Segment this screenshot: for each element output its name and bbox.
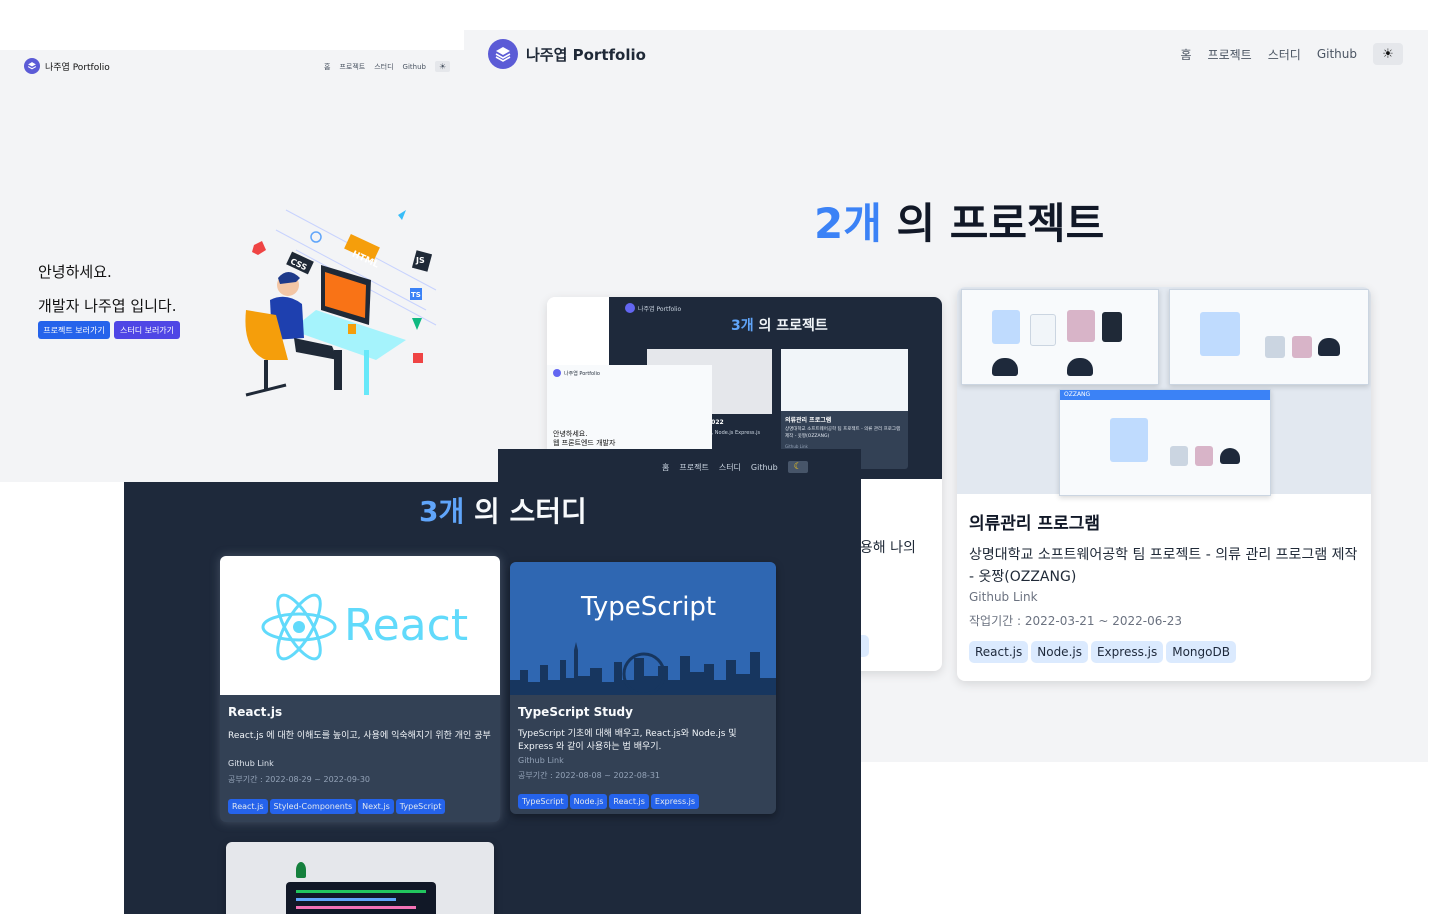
- thumb-heading-count: 3개: [731, 318, 754, 334]
- thumb-hero-brand: 나주엽 Portfolio: [564, 370, 600, 377]
- study-nav-study[interactable]: 스터디: [719, 462, 741, 473]
- projects-count: 2개: [814, 199, 882, 248]
- hero-logo[interactable]: 나주엽 Portfolio: [24, 58, 110, 74]
- study-heading: 3개 의 스터디: [419, 490, 587, 530]
- tag-mongodb: MongoDB: [1166, 641, 1236, 663]
- project-description: 상명대학교 소프트웨어공학 팀 프로젝트 - 의류 관리 프로그램 제작 - 옷…: [969, 547, 1358, 585]
- tag-styled-components: Styled-Components: [269, 799, 357, 814]
- js-label: JS: [416, 256, 425, 265]
- ozzang-app-name: OZZANG: [1060, 390, 1270, 400]
- tag-express: Express.js: [1090, 641, 1164, 663]
- study-nav-github[interactable]: Github: [751, 463, 778, 472]
- study-heading-text: 의 스터디: [464, 495, 587, 528]
- study-page-screenshot: 3개 의 스터디 React React.js React.js 에 대한 이해…: [124, 482, 861, 914]
- hero-intro: 개발자 나주엽 입니다.: [38, 297, 177, 315]
- study-description: React.js 에 대한 이해도를 높이고, 사용에 익숙해지기 위한 개인 …: [228, 731, 491, 741]
- hero-nav: 홈 프로젝트 스터디 Github ☀: [324, 61, 451, 72]
- thumb-logo-icon: [625, 303, 635, 313]
- study-card-react[interactable]: React React.js React.js 에 대한 이해도를 높이고, 사…: [220, 556, 500, 822]
- study-tags: React.js Styled-Components Next.js TypeScri…: [228, 794, 447, 814]
- study-tags: TypeScript Node.js React.js Express.js: [518, 789, 701, 809]
- thumb-card-2-image: [781, 349, 908, 411]
- tag-typescript: TypeScript: [518, 794, 568, 809]
- tag-next: Next.js: [358, 799, 394, 814]
- study-count: 3개: [419, 495, 465, 528]
- study-nav-home[interactable]: 홈: [662, 462, 669, 473]
- project-thumbnail-ozzang: OZZANG: [957, 287, 1371, 496]
- study-title: React.js: [228, 705, 283, 719]
- theme-toggle-sun-icon[interactable]: ☀: [1373, 43, 1403, 65]
- study-description: TypeScript 기초에 대해 배우고, React.js와 Node.js…: [518, 729, 737, 752]
- hero-layers-logo-icon: [24, 58, 40, 74]
- study-nav-projects[interactable]: 프로젝트: [679, 462, 708, 473]
- developer-illustration: [245, 209, 437, 397]
- projects-heading-text: 의 프로젝트: [881, 199, 1105, 248]
- hero-nav-github[interactable]: Github: [403, 63, 426, 71]
- typescript-thumbnail: TypeScript: [510, 562, 776, 695]
- ozzang-screenshot-3: OZZANG: [1059, 389, 1271, 496]
- react-thumbnail: React: [220, 556, 500, 695]
- view-study-button[interactable]: 스터디 보러가기: [114, 321, 180, 339]
- thumb-brand: 나주엽 Portfolio: [638, 305, 682, 313]
- tag-typescript: TypeScript: [395, 799, 446, 814]
- study-nav: 홈 프로젝트 스터디 Github ☾: [662, 461, 808, 473]
- tag-react: React.js: [228, 799, 268, 814]
- nav-study[interactable]: 스터디: [1268, 46, 1301, 63]
- city-skyline-icon: [510, 642, 776, 695]
- project-title: 의류관리 프로그램: [969, 514, 1101, 534]
- hero-nav-study[interactable]: 스터디: [374, 62, 393, 72]
- tag-react: React.js: [969, 641, 1029, 663]
- thumb-heading: 3개 의 프로젝트: [731, 315, 828, 335]
- projects-heading: 2개 의 프로젝트: [814, 190, 1104, 251]
- thumb-hero-intro: 웹 프론트엔드 개발자: [553, 439, 616, 447]
- thumb-card-2-desc: 상명대학교 소프트웨어공학 팀 프로젝트 - 의류 관리 프로그램 제작 - 옷…: [785, 427, 901, 439]
- thumb-stack: 고, Node.js Express.js: [707, 430, 761, 436]
- moon-icon[interactable]: ☾: [787, 461, 808, 473]
- study-card-typescript[interactable]: TypeScript TypeScript Study TypeScript 기…: [510, 562, 776, 814]
- study-github-link[interactable]: Github Link: [518, 756, 564, 765]
- top-nav: 홈 프로젝트 스터디 Github ☀: [1180, 43, 1403, 65]
- study-period: 공부기간 : 2022-08-29 ~ 2022-09-30: [228, 775, 370, 784]
- study-github-link[interactable]: Github Link: [228, 759, 274, 768]
- plant-image: [296, 862, 306, 878]
- study-page-navbar: 홈 프로젝트 스터디 Github ☾: [498, 449, 861, 482]
- tag-node: Node.js: [569, 794, 608, 809]
- react-logo-icon: [261, 593, 337, 661]
- hero-nav-home[interactable]: 홈: [324, 62, 330, 72]
- project-card-ozzang[interactable]: OZZANG 의류관리 프로그램 상명대학교 소프트웨어공학 팀 프로젝트 - …: [957, 287, 1371, 681]
- project-tags: React.js Node.js Express.js MongoDB: [969, 641, 1239, 663]
- study-period: 공부기간 : 2022-08-08 ~ 2022-08-31: [518, 771, 660, 780]
- laptop-image: [286, 882, 436, 914]
- hero-theme-toggle-icon[interactable]: ☀: [434, 61, 451, 72]
- layers-logo-icon: [488, 39, 518, 69]
- github-link[interactable]: Github Link: [969, 590, 1038, 604]
- nav-projects[interactable]: 프로젝트: [1208, 46, 1252, 63]
- hero-page-screenshot: 나주엽 Portfolio 홈 프로젝트 스터디 Github ☀ 안녕하세요.…: [0, 50, 464, 482]
- thumb-heading-text: 의 프로젝트: [753, 318, 828, 334]
- hero-nav-projects[interactable]: 프로젝트: [339, 62, 365, 72]
- ozzang-screenshot-2: [1169, 289, 1369, 385]
- project-period: 작업기간 : 2022-03-21 ~ 2022-06-23: [969, 614, 1182, 628]
- nav-github[interactable]: Github: [1317, 47, 1357, 61]
- brand-name: 나주엽 Portfolio: [526, 45, 646, 64]
- tag-node: Node.js: [1031, 641, 1088, 663]
- ts-label: TS: [411, 291, 421, 299]
- study-title: TypeScript Study: [518, 705, 633, 719]
- ozzang-screenshot-1: [961, 289, 1159, 385]
- typescript-wordmark: TypeScript: [581, 592, 717, 622]
- tag-react: React.js: [609, 794, 649, 809]
- hero-brand: 나주엽 Portfolio: [45, 62, 110, 73]
- tag-express: Express.js: [650, 794, 700, 809]
- thumb-card-2-title: 의류관리 프로그램: [785, 417, 832, 424]
- hero-greeting: 안녕하세요.: [38, 263, 112, 281]
- study-card-third[interactable]: [226, 842, 494, 914]
- nav-home[interactable]: 홈: [1180, 46, 1191, 63]
- react-wordmark: React: [344, 600, 469, 651]
- thumb-hero-logo-icon: [553, 369, 561, 377]
- site-logo[interactable]: 나주엽 Portfolio: [488, 39, 646, 69]
- view-projects-button[interactable]: 프로젝트 보러가기: [38, 321, 110, 339]
